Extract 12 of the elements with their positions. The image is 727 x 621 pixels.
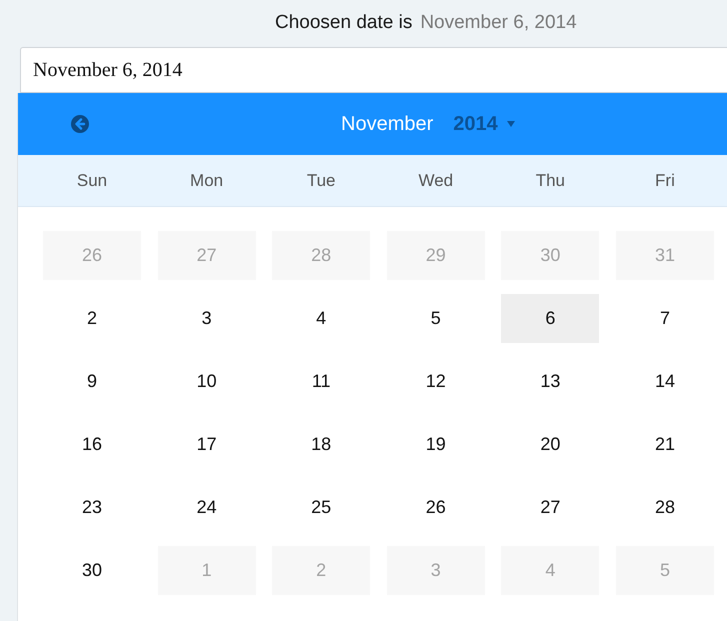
weekday-label: Wed: [417, 170, 454, 192]
caret-down-icon: [506, 121, 515, 127]
date-input-field[interactable]: November 6, 2014: [20, 47, 727, 93]
month-label: November: [341, 112, 434, 137]
weekday-label: Tue: [306, 170, 337, 192]
weekday-label: Sun: [76, 170, 108, 192]
weekday-label: Mon: [189, 170, 224, 192]
weekday-label: Thu: [534, 170, 566, 192]
weekday-label: Fri: [654, 170, 676, 192]
chosen-date-label: Choosen date is: [275, 11, 412, 36]
chosen-date-value: November 6, 2014: [420, 11, 577, 36]
day-cell[interactable]: 6: [501, 294, 600, 343]
